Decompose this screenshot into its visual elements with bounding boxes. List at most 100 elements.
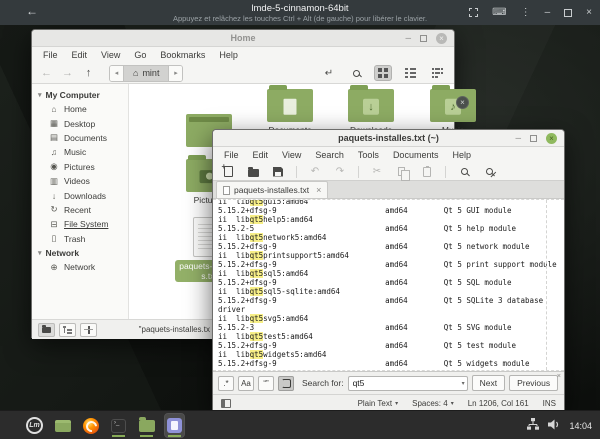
copy-button[interactable] <box>395 165 409 179</box>
close-button[interactable]: × <box>546 133 557 144</box>
menu-edit[interactable]: Edit <box>65 50 95 60</box>
menu-tools[interactable]: Tools <box>351 150 386 160</box>
editor-view[interactable]: ii libqt5gui5:amd645.15.2+dfsg-9 amd64 Q… <box>213 199 564 371</box>
list-view-button[interactable] <box>401 65 419 81</box>
sidebar-item-downloads[interactable]: ↓Downloads <box>32 188 128 202</box>
menu-file[interactable]: File <box>217 150 246 160</box>
maximize-button[interactable] <box>530 135 537 142</box>
sidebar-item-recent[interactable]: ↻Recent <box>32 203 128 217</box>
sidebar-item-trash[interactable]: ▯Trash <box>32 232 128 246</box>
vm-maximize-button[interactable] <box>564 9 572 17</box>
volume-icon[interactable] <box>548 417 560 435</box>
nav-up-button[interactable]: ↑ <box>80 67 97 79</box>
find-button[interactable] <box>457 165 471 179</box>
undo-button[interactable]: ↶ <box>308 165 322 179</box>
menu-help[interactable]: Help <box>445 150 478 160</box>
replace-button[interactable] <box>482 165 496 179</box>
vm-close-button[interactable]: × <box>586 8 592 18</box>
nav-forward-button[interactable]: → <box>59 67 76 79</box>
icon-view-button[interactable] <box>374 65 392 81</box>
sidebar-section-network[interactable]: ▾Network <box>32 246 128 260</box>
menu-view[interactable]: View <box>275 150 308 160</box>
maximize-button[interactable] <box>420 35 427 42</box>
breadcrumb-left-icon[interactable]: ◂ <box>110 66 123 81</box>
keyboard-icon[interactable]: ⌨ <box>492 8 506 18</box>
text-editor-launcher[interactable] <box>165 414 184 437</box>
toolbar-separator <box>296 166 297 178</box>
paste-button[interactable] <box>420 165 434 179</box>
menu-file[interactable]: File <box>36 50 65 60</box>
sidebar-item-documents[interactable]: ▤Documents <box>32 131 128 145</box>
sidebar-item-file-system[interactable]: ⊟File System <box>32 217 128 231</box>
sidebar-item-desktop[interactable]: ▦Desktop <box>32 116 128 130</box>
fullscreen-icon[interactable] <box>469 8 478 17</box>
close-button[interactable]: × <box>436 33 447 44</box>
search-close-icon[interactable]: × <box>557 373 561 380</box>
wrap-around-toggle-button[interactable] <box>278 376 294 391</box>
menu-help[interactable]: Help <box>212 50 245 60</box>
zoom-slider[interactable] <box>80 323 97 337</box>
back-icon[interactable]: ← <box>26 4 38 18</box>
text-editor-titlebar[interactable]: paquets-installes.txt (~) – × <box>213 130 564 147</box>
sidebar-item-videos[interactable]: ▥Videos <box>32 174 128 188</box>
sidebar-item-network[interactable]: ⊕Network <box>32 260 128 274</box>
next-button[interactable]: Next <box>472 375 505 391</box>
edit-location-button[interactable]: ↵ <box>320 65 338 81</box>
show-treeview-button[interactable] <box>59 323 76 337</box>
language-selector[interactable]: Plain Text ▾ <box>358 399 399 408</box>
toolbar-separator <box>358 166 359 178</box>
nav-back-button[interactable]: ← <box>38 67 55 79</box>
cut-button[interactable]: ✂ <box>370 165 384 179</box>
insert-mode-label: INS <box>543 399 556 408</box>
vm-minimize-button[interactable]: – <box>545 8 551 18</box>
clock[interactable]: 14:04 <box>569 421 592 431</box>
menu-bookmarks[interactable]: Bookmarks <box>153 50 212 60</box>
match-case-toggle-button[interactable]: Aa <box>238 376 254 391</box>
search-button[interactable] <box>347 65 365 81</box>
sidebar-item-pictures[interactable]: ◉Pictures <box>32 160 128 174</box>
sidebar-section-my-computer[interactable]: ▾My Computer <box>32 88 128 102</box>
new-document-button[interactable] <box>221 165 235 179</box>
language-label: Plain Text <box>358 399 393 408</box>
firefox-launcher[interactable] <box>81 414 100 437</box>
show-desktop-button[interactable] <box>53 414 72 437</box>
desktop-close-icon[interactable]: × <box>456 96 469 109</box>
menu-documents[interactable]: Documents <box>386 150 446 160</box>
sidebar-item-home[interactable]: ⌂Home <box>32 102 128 116</box>
tab-paquets-installes[interactable]: paquets-installes.txt × <box>216 181 328 198</box>
breadcrumb-location-button[interactable]: ⌂ mint <box>123 66 169 81</box>
network-icon[interactable] <box>527 417 539 435</box>
file-manager-titlebar[interactable]: Home – × <box>32 30 454 47</box>
terminal-launcher[interactable] <box>109 414 128 437</box>
minimize-button[interactable]: – <box>405 35 411 43</box>
compact-view-button[interactable] <box>428 65 446 81</box>
search-history-dropdown-icon[interactable]: ▾ <box>462 380 465 387</box>
menu-edit[interactable]: Edit <box>246 150 276 160</box>
show-places-button[interactable] <box>38 323 55 337</box>
side-pane-toggle-icon[interactable] <box>221 399 231 408</box>
menu-search[interactable]: Search <box>308 150 351 160</box>
save-button[interactable] <box>271 165 285 179</box>
grid-view-icon <box>378 68 388 78</box>
regex-toggle-button[interactable]: .* <box>218 376 234 391</box>
whole-word-toggle-button[interactable]: “” <box>258 376 274 391</box>
menu-view[interactable]: View <box>94 50 127 60</box>
network-icon: ⊕ <box>49 262 59 273</box>
tab-close-icon[interactable]: × <box>316 185 321 195</box>
minimize-button[interactable]: – <box>515 135 521 143</box>
previous-button[interactable]: Previous <box>509 375 558 391</box>
menu-go[interactable]: Go <box>127 50 153 60</box>
search-input[interactable] <box>348 376 468 391</box>
sidebar-item-label: Downloads <box>64 191 106 201</box>
open-button[interactable] <box>246 165 260 179</box>
sidebar-item-music[interactable]: ♫Music <box>32 145 128 159</box>
kebab-menu-icon[interactable]: ⋮ <box>521 8 531 18</box>
redo-button[interactable]: ↷ <box>333 165 347 179</box>
sidebar-item-label: File System <box>64 219 108 229</box>
breadcrumb-right-icon[interactable]: ▸ <box>169 66 182 81</box>
treeview-icon <box>63 326 72 334</box>
files-launcher[interactable] <box>137 414 156 437</box>
tab-width-selector[interactable]: Spaces: 4 ▾ <box>412 399 454 408</box>
mint-menu-button[interactable]: Lm <box>25 414 44 437</box>
downloads-folder-icon: ↓ <box>348 89 394 122</box>
